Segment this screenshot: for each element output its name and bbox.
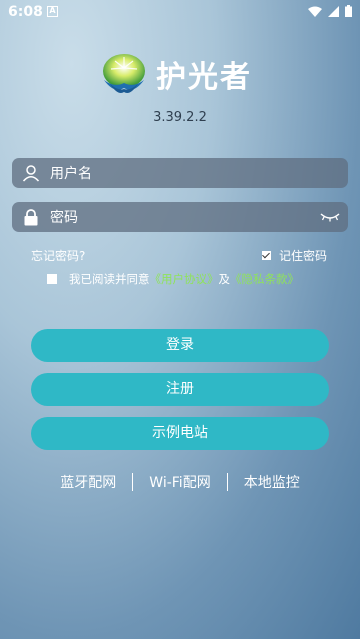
forgot-password-link[interactable]: 忘记密码? bbox=[31, 247, 85, 264]
remember-label: 记住密码 bbox=[279, 249, 328, 263]
bluetooth-setup-link[interactable]: 蓝牙配网 bbox=[60, 472, 116, 492]
agreement-row: 我已阅读并同意 《用户协议》 及 《隐私条款》 bbox=[47, 271, 299, 287]
username-placeholder: 用户名 bbox=[50, 166, 92, 182]
battery-icon bbox=[345, 5, 352, 17]
agree-and: 及 bbox=[218, 272, 231, 286]
app-version: 3.39.2.2 bbox=[153, 110, 207, 125]
eye-closed-icon[interactable] bbox=[320, 212, 340, 222]
notification-icon: A bbox=[47, 6, 58, 17]
password-field[interactable]: 密码 bbox=[12, 202, 348, 232]
user-agreement-link[interactable]: 《用户协议》 bbox=[150, 271, 219, 287]
agree-prefix: 我已阅读并同意 bbox=[69, 272, 150, 286]
status-time: 6:08 bbox=[8, 4, 43, 20]
user-icon bbox=[12, 164, 50, 182]
divider bbox=[132, 473, 134, 491]
remember-password-toggle[interactable]: 记住密码 bbox=[262, 247, 327, 264]
remember-checkbox[interactable] bbox=[262, 251, 271, 260]
privacy-policy-link[interactable]: 《隐私条款》 bbox=[230, 271, 299, 287]
status-icons bbox=[308, 5, 352, 17]
lock-icon bbox=[12, 208, 50, 226]
status-bar: 6:08 A bbox=[0, 0, 360, 24]
bottom-links: 蓝牙配网 Wi-Fi配网 本地监控 bbox=[0, 472, 360, 492]
signal-icon bbox=[328, 5, 339, 17]
wifi-setup-link[interactable]: Wi-Fi配网 bbox=[149, 472, 210, 492]
login-button[interactable]: 登录 bbox=[31, 329, 329, 362]
register-button[interactable]: 注册 bbox=[31, 373, 329, 406]
wifi-icon bbox=[308, 6, 322, 17]
agree-checkbox[interactable] bbox=[47, 274, 57, 284]
app-name: 护光者 bbox=[156, 60, 252, 95]
sun-leaf-logo-icon bbox=[103, 54, 145, 93]
demo-station-button[interactable]: 示例电站 bbox=[31, 417, 329, 450]
app-logo: 护光者 bbox=[100, 50, 270, 98]
username-field[interactable]: 用户名 bbox=[12, 158, 348, 188]
password-placeholder: 密码 bbox=[50, 210, 78, 226]
local-monitor-link[interactable]: 本地监控 bbox=[244, 472, 300, 492]
divider bbox=[226, 473, 228, 491]
